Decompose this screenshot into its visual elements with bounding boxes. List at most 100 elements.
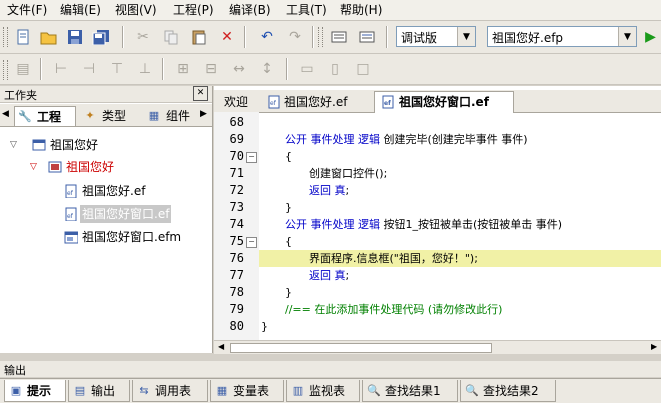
ef-file-icon: ef — [65, 207, 77, 221]
code-line[interactable]: } — [285, 199, 292, 216]
menu-project[interactable]: 工程(P) — [170, 2, 217, 18]
code-line[interactable]: //== 在此添加事件处理代码 (请勿修改此行) — [285, 301, 502, 318]
tab-watch[interactable]: ▥ 监视表 — [286, 380, 360, 402]
toolbar-grip[interactable] — [3, 27, 8, 47]
delete-icon[interactable]: ✕ — [216, 26, 238, 48]
align-top-icon[interactable]: ⊤ — [106, 58, 128, 80]
collapse-icon[interactable]: ▽ — [10, 136, 17, 154]
paste-icon[interactable] — [188, 26, 210, 48]
scrollbar-thumb[interactable] — [230, 343, 492, 353]
tab-window-file-label: 祖国您好窗口.ef — [399, 95, 489, 109]
tab-welcome[interactable]: 欢迎 — [224, 92, 248, 112]
code-line[interactable]: { — [285, 233, 292, 250]
tab-window-file[interactable]: ef 祖国您好窗口.ef — [374, 91, 514, 113]
code-line[interactable]: 界面程序.信息框("祖国，您好！"); — [309, 250, 478, 267]
tree-label: 祖国您好 — [50, 138, 99, 152]
tab-find-results-1[interactable]: 🔍 查找结果1 — [362, 380, 458, 402]
code-area[interactable]: 公开 事件处理 逻辑 创建完毕(创建完毕事件 事件) {创建窗口控件(); 返回 真… — [214, 112, 661, 340]
redo-icon[interactable]: ↷ — [284, 26, 306, 48]
menu-help[interactable]: 帮助(H) — [337, 2, 385, 18]
project-icon: 🔧 — [18, 110, 32, 123]
toolbar-grip[interactable] — [318, 27, 323, 47]
space-horizontal-icon[interactable]: ↔ — [228, 58, 250, 80]
build-mode-select[interactable]: 调试版 ▼ — [396, 26, 476, 47]
replace-icon[interactable] — [356, 26, 378, 48]
tab-output[interactable]: ▤ 输出 — [68, 380, 130, 402]
tab-types[interactable]: ✦ 类型 — [80, 106, 140, 126]
hints-icon: ▣ — [10, 384, 22, 397]
align-right-icon[interactable]: ⊣ — [78, 58, 100, 80]
chevron-down-icon[interactable]: ▼ — [457, 27, 475, 46]
code-line[interactable]: 返回 真; — [309, 182, 349, 199]
find-icon[interactable] — [328, 26, 350, 48]
same-height-icon[interactable]: ▯ — [324, 58, 346, 80]
menu-edit[interactable]: 编辑(E) — [57, 2, 104, 18]
open-folder-icon[interactable] — [38, 26, 60, 48]
workspace-tabs: ◀ ▶ 🔧 工程 ✦ 类型 ▦ 组件 — [0, 104, 212, 127]
save-icon[interactable] — [64, 26, 86, 48]
space-vertical-icon[interactable]: ↕ — [256, 58, 278, 80]
code-line[interactable]: } — [261, 318, 268, 335]
menu-view[interactable]: 视图(V) — [112, 2, 160, 18]
toolbar-separator — [162, 58, 164, 80]
horizontal-scrollbar[interactable]: ◀ ▶ — [214, 340, 661, 354]
align-bottom-icon[interactable]: ⊥ — [134, 58, 156, 80]
watch-icon: ▥ — [292, 384, 304, 397]
center-vertical-icon[interactable]: ⊟ — [200, 58, 222, 80]
tab-variables[interactable]: ▦ 变量表 — [210, 380, 284, 402]
tab-order-icon[interactable]: ▤ — [12, 58, 34, 80]
tab-find-results-2[interactable]: 🔍 查找结果2 — [460, 380, 556, 402]
cut-icon[interactable]: ✂ — [132, 26, 154, 48]
toolbar-grip[interactable] — [3, 60, 8, 80]
undo-icon[interactable]: ↶ — [256, 26, 278, 48]
svg-text:ef: ef — [67, 213, 74, 220]
editor-tabs: 欢迎 ef 祖国您好.ef ef 祖国您好窗口.ef — [214, 90, 661, 113]
tab-project-label: 工程 — [37, 110, 62, 124]
same-size-icon[interactable]: □ — [352, 58, 374, 80]
align-left-icon[interactable]: ⊢ — [50, 58, 72, 80]
save-all-icon[interactable] — [90, 26, 112, 48]
menu-tools[interactable]: 工具(T) — [283, 2, 330, 18]
toolbar-separator — [40, 58, 42, 80]
toolbar-separator — [386, 26, 388, 48]
code-line[interactable]: 公开 事件处理 逻辑 按钮1_按钮被单击(按钮被单击 事件) — [285, 216, 562, 233]
scroll-right-icon[interactable]: ▶ — [200, 109, 207, 119]
ef-file-icon: ef — [382, 95, 394, 109]
code-token: ; — [345, 269, 350, 282]
new-file-icon[interactable] — [12, 26, 34, 48]
code-token: 按钮1_按钮被单击(按钮被单击 事件) — [383, 218, 563, 231]
code-line[interactable]: 创建窗口控件(); — [309, 165, 387, 182]
run-icon[interactable]: ▶ — [640, 26, 661, 48]
collapse-icon[interactable]: ▽ — [30, 158, 37, 176]
scroll-right-icon[interactable]: ▶ — [651, 342, 657, 351]
tab-components[interactable]: ▦ 组件 — [144, 106, 198, 126]
copy-icon[interactable] — [160, 26, 182, 48]
output-header: 输出 — [0, 361, 661, 377]
menu-compile[interactable]: 编译(B) — [226, 2, 274, 18]
tab-call-stack-label: 调用表 — [155, 384, 192, 398]
center-horizontal-icon[interactable]: ⊞ — [172, 58, 194, 80]
tab-project[interactable]: 🔧 工程 — [14, 106, 76, 126]
scroll-left-icon[interactable]: ◀ — [2, 109, 9, 119]
tab-hints[interactable]: ▣ 提示 — [4, 380, 66, 402]
tab-call-stack[interactable]: ⇆ 调用表 — [132, 380, 208, 402]
call-stack-icon: ⇆ — [139, 384, 149, 397]
same-width-icon[interactable]: ▭ — [296, 58, 318, 80]
output-tabs: ▣ 提示 ▤ 输出 ⇆ 调用表 ▦ 变量表 ▥ 监视表 🔍 查找结果1 🔍 查找… — [0, 378, 661, 403]
svg-text:ef: ef — [384, 100, 391, 107]
code-line[interactable]: { — [285, 148, 292, 165]
keyword-token: 公开 事件处理 逻辑 — [285, 133, 384, 146]
workspace-title: 工作夹 — [4, 89, 37, 102]
scroll-left-icon[interactable]: ◀ — [218, 342, 224, 351]
svg-text:ef: ef — [270, 100, 277, 107]
code-token: 创建完毕(创建完毕事件 事件) — [383, 133, 528, 146]
code-line[interactable]: 返回 真; — [309, 267, 349, 284]
types-icon: ✦ — [85, 109, 95, 122]
code-line[interactable]: 公开 事件处理 逻辑 创建完毕(创建完毕事件 事件) — [285, 131, 528, 148]
chevron-down-icon[interactable]: ▼ — [618, 27, 636, 46]
tab-source-file[interactable]: ef 祖国您好.ef — [266, 92, 347, 112]
code-line[interactable]: } — [285, 284, 292, 301]
close-icon[interactable]: ✕ — [193, 86, 208, 101]
project-file-select[interactable]: 祖国您好.efp ▼ — [487, 26, 637, 47]
menu-file[interactable]: 文件(F) — [4, 2, 50, 18]
